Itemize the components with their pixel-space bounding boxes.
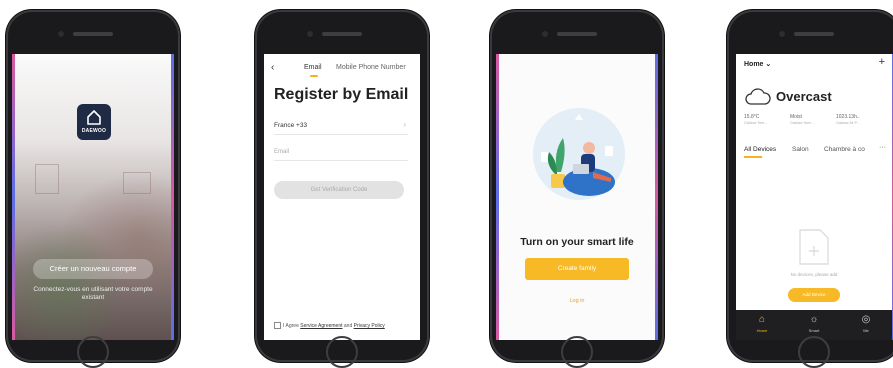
tab-email[interactable]: Email [304,64,322,71]
stat-humidity: Moist Outdoor Hum... [790,114,814,126]
tab-indicator [744,156,762,158]
back-icon[interactable]: ‹ [271,62,274,74]
stat-label: Outdoor Tem... [744,121,768,125]
agree-checkbox[interactable] [274,322,281,329]
nav-label: Me [863,328,869,333]
home-button [326,336,358,368]
camera [779,31,785,37]
tab-chambre[interactable]: Chambre à co [824,146,865,153]
divider [274,134,408,135]
tab-salon[interactable]: Salon [792,146,809,153]
wall-frame [123,172,151,194]
chevron-right-icon: › [403,120,406,129]
stat-pressure: 1023.13h.. Outdoor Air P... [836,114,860,126]
add-icon[interactable]: + [879,56,885,68]
home-button [77,336,109,368]
country-select[interactable]: France +33 [274,122,307,129]
agree-prefix: I Agree [283,322,299,329]
phone-2: ‹ Email Mobile Phone Number Register by … [255,10,429,368]
and-text: and [343,322,353,329]
divider [274,160,408,161]
background-room [15,170,171,340]
home-screen: Home ⌄ + Overcast 15.8°C Outdoor Tem... M… [736,54,892,340]
service-agreement-link[interactable]: Service Agreement [300,323,342,329]
welcome-screen: DAEWOO Créer un nouveau compte Connectez… [15,54,171,340]
page-title: Register by Email [274,86,409,103]
person-on-beanbag-illustration [533,108,625,200]
stat-label: Outdoor Hum... [790,121,814,125]
tab-all-devices[interactable]: All Devices [744,146,776,153]
chevron-down-icon: ⌄ [765,61,772,68]
speaker [557,32,597,36]
empty-document-icon [799,229,829,265]
camera [307,31,313,37]
email-field[interactable]: Email [274,149,289,155]
nav-label: Home [756,328,768,333]
home-icon: ⌂ [758,314,766,325]
smart-life-screen: Turn on your smart life Create family Lo… [499,54,655,340]
agreement-row: I Agree Service Agreement and Privacy Po… [274,322,385,329]
nav-smart[interactable]: ☼ Smart [794,314,834,333]
phone-1: DAEWOO Créer un nouveau compte Connectez… [6,10,180,368]
stat-label: Outdoor Air P... [836,121,860,125]
create-family-button[interactable]: Create family [525,258,629,280]
create-account-button[interactable]: Créer un nouveau compte [33,259,153,279]
home-label: Home [744,61,764,68]
phone-3: Turn on your smart life Create family Lo… [490,10,664,368]
camera [542,31,548,37]
privacy-policy-link[interactable]: Privacy Policy [354,323,385,329]
login-existing-link[interactable]: Connectez-vous en utilisant votre compte… [25,286,161,302]
home-button [798,336,830,368]
tab-phone[interactable]: Mobile Phone Number [336,64,406,71]
cloud-icon [745,88,771,105]
nav-me[interactable]: ◎ Me [846,314,886,333]
app-logo: DAEWOO [77,104,111,140]
weather-condition: Overcast [776,89,832,104]
nav-home[interactable]: ⌂ Home [742,314,782,333]
phone-4: Home ⌄ + Overcast 15.8°C Outdoor Tem... M… [727,10,893,368]
smart-icon: ☼ [809,314,819,325]
login-link[interactable]: Log in [499,298,655,304]
speaker [73,32,113,36]
home-button [561,336,593,368]
get-code-button[interactable]: Get Verification Code [274,181,404,199]
camera [58,31,64,37]
brand-text: DAEWOO [81,128,107,134]
register-screen: ‹ Email Mobile Phone Number Register by … [264,54,420,340]
add-device-button[interactable]: Add Device [788,288,840,302]
edge-glow [655,54,658,340]
edge-glow [171,54,174,340]
page-title: Turn on your smart life [520,236,634,248]
speaker [322,32,362,36]
auth-tabs: ‹ Email Mobile Phone Number [264,62,420,77]
home-selector[interactable]: Home ⌄ [744,60,771,68]
me-icon: ◎ [861,314,871,325]
more-icon[interactable]: ··· [879,144,886,151]
empty-state-text: No devices, please add [790,272,838,277]
speaker [794,32,834,36]
tab-indicator [310,75,318,77]
stat-temperature: 15.8°C Outdoor Tem... [744,114,767,126]
wall-frame [35,164,59,194]
home-logo-icon [87,110,101,125]
nav-label: Smart [808,328,820,333]
